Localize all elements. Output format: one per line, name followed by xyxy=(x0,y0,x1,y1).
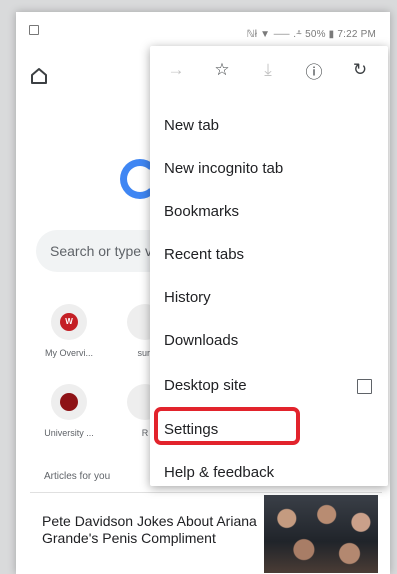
menu-item-new-tab[interactable]: New tab xyxy=(150,105,388,147)
tile-icon xyxy=(51,384,87,420)
articles-header: Articles for you xyxy=(44,471,111,482)
menu-toolbar: → ☆ ⤓ ⓘ ↻ xyxy=(150,46,388,94)
download-icon[interactable]: ⤓ xyxy=(256,58,280,82)
tile-university[interactable]: University ... xyxy=(34,384,104,438)
article-card[interactable]: Pete Davidson Jokes About Ariana Grande'… xyxy=(30,492,382,574)
info-icon[interactable]: ⓘ xyxy=(302,58,326,82)
star-icon[interactable]: ☆ xyxy=(210,58,234,82)
home-icon[interactable] xyxy=(30,67,48,85)
menu-item-bookmarks[interactable]: Bookmarks xyxy=(150,191,388,233)
phone-screen: ℕł ▼ ⸺ .⸛ 50% ▮ 7:22 PM Search or type v… xyxy=(16,12,390,574)
desktop-site-label: Desktop site xyxy=(164,377,247,394)
tile-icon: W xyxy=(51,304,87,340)
status-bar-text: ℕł ▼ ⸺ .⸛ 50% ▮ 7:22 PM xyxy=(246,29,376,40)
refresh-icon[interactable]: ↻ xyxy=(348,58,372,82)
article-thumbnail[interactable] xyxy=(264,495,378,573)
tile-my-overview[interactable]: W My Overvi... xyxy=(34,304,104,358)
notification-icon xyxy=(29,25,39,35)
tile-badge xyxy=(60,393,78,411)
menu-item-history[interactable]: History xyxy=(150,277,388,319)
forward-icon[interactable]: → xyxy=(164,58,188,82)
menu-item-help-feedback[interactable]: Help & feedback xyxy=(150,452,388,494)
article-title[interactable]: Pete Davidson Jokes About Ariana Grande'… xyxy=(42,513,262,547)
menu-item-recent-tabs[interactable]: Recent tabs xyxy=(150,234,388,276)
desktop-site-checkbox[interactable] xyxy=(357,379,372,394)
tile-badge: W xyxy=(60,313,78,331)
tile-label: University ... xyxy=(44,428,94,438)
settings-highlight-annotation xyxy=(154,407,300,445)
status-bar: ℕł ▼ ⸺ .⸛ 50% ▮ 7:22 PM xyxy=(16,12,390,48)
menu-item-downloads[interactable]: Downloads xyxy=(150,320,388,362)
menu-item-new-incognito-tab[interactable]: New incognito tab xyxy=(150,148,388,190)
tile-label: My Overvi... xyxy=(44,348,93,358)
menu-item-desktop-site[interactable]: Desktop site xyxy=(150,365,388,407)
